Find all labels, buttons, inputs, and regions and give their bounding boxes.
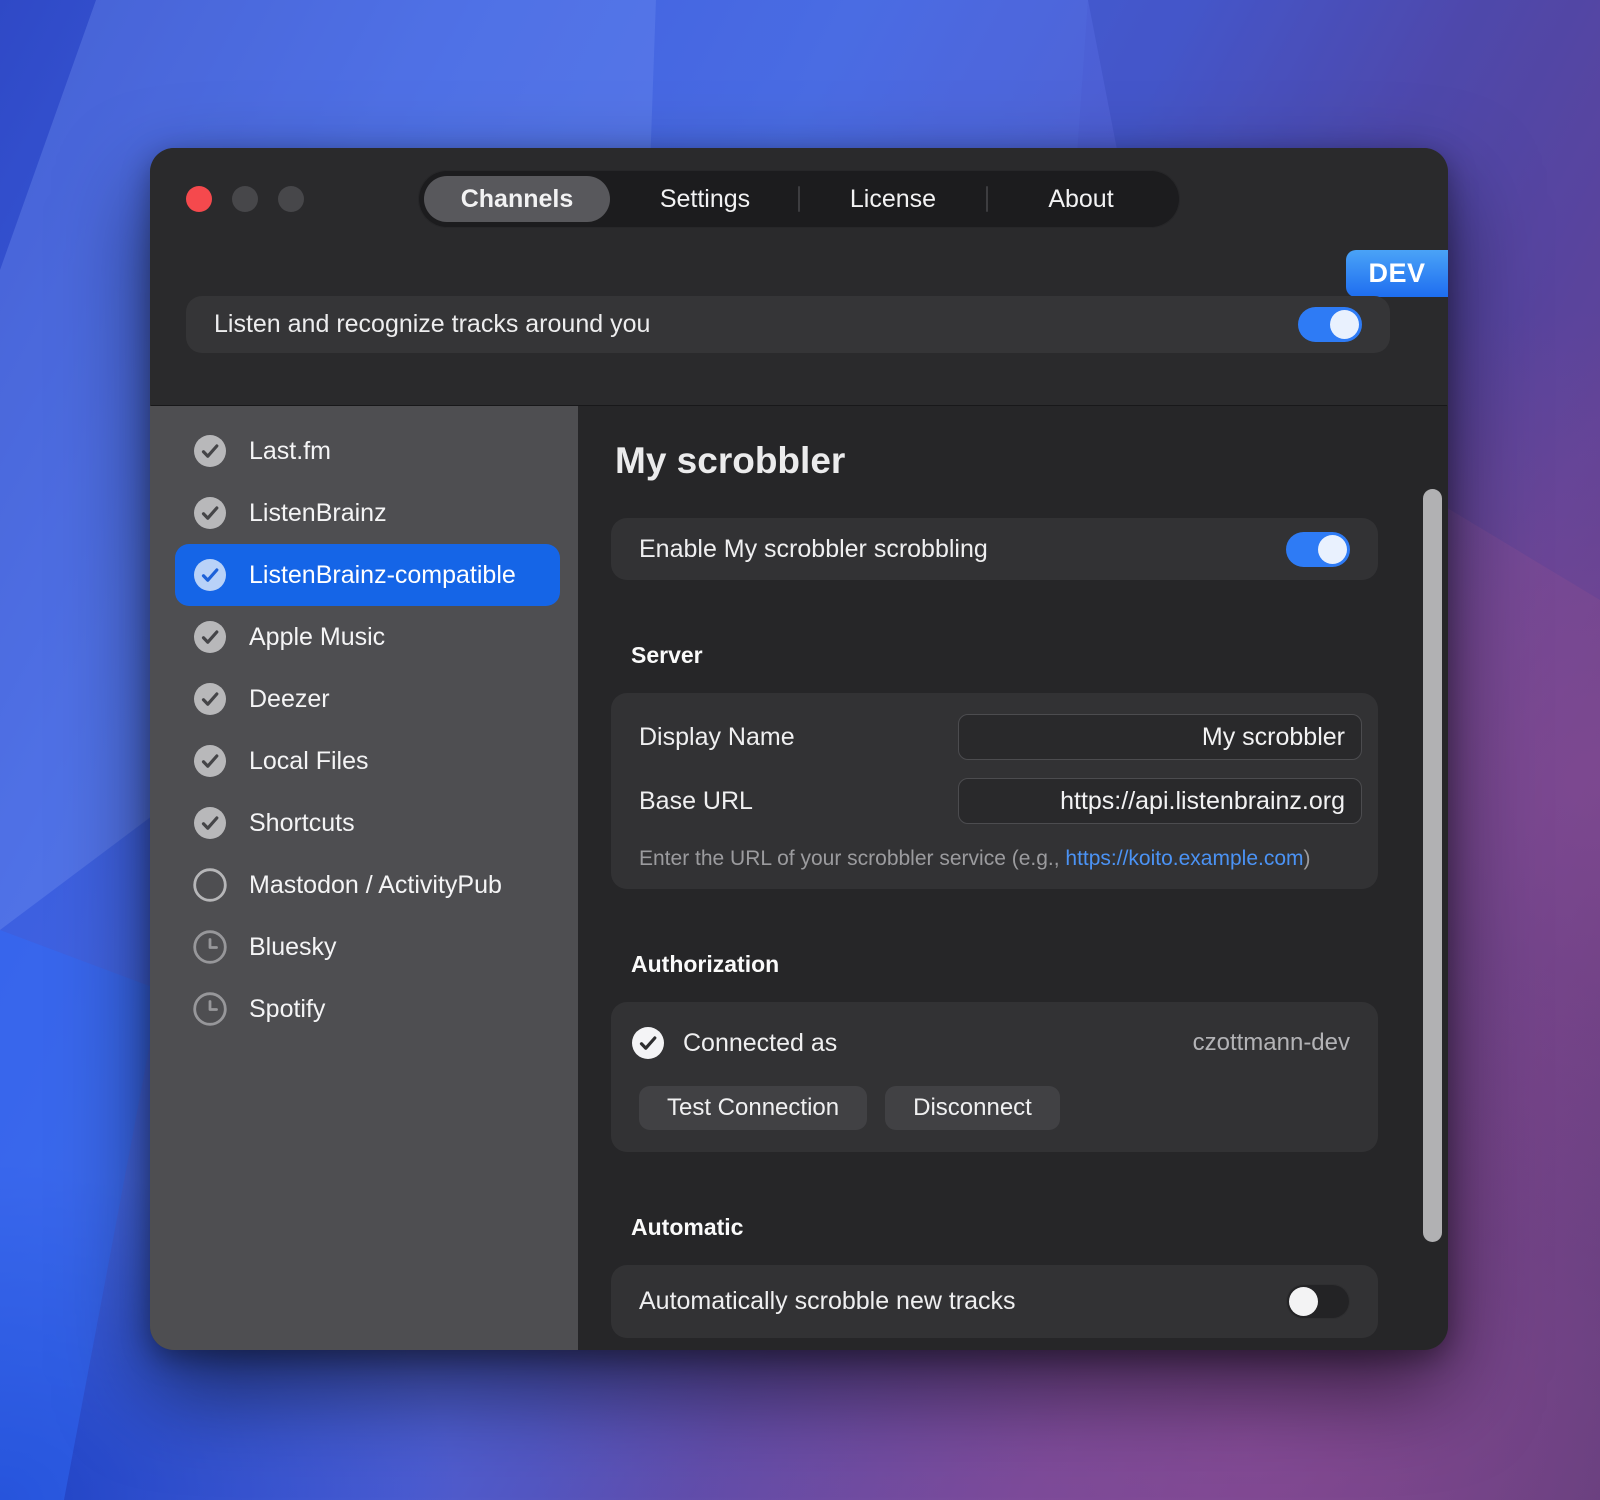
close-window-button[interactable] — [186, 186, 212, 212]
sidebar-item-local-files[interactable]: Local Files — [175, 730, 560, 792]
connected-username: czottmann-dev — [1193, 1029, 1350, 1057]
channel-enabled-check-icon — [193, 434, 227, 468]
window-chrome: Channels Settings License About DEV Listen … — [150, 148, 1448, 405]
scrollbar-thumb[interactable] — [1423, 489, 1442, 1242]
channel-label: ListenBrainz-compatible — [249, 561, 516, 590]
base-url-input[interactable] — [958, 778, 1362, 824]
tab-label: Channels — [461, 185, 574, 214]
listen-recognize-row: Listen and recognize tracks around you — [186, 296, 1390, 353]
window-body: Last.fm ListenBrainz ListenBrainz-compat… — [150, 405, 1448, 1350]
enable-scrobbling-toggle[interactable] — [1286, 532, 1350, 567]
enable-scrobbling-row: Enable My scrobbler scrobbling — [611, 518, 1378, 580]
dev-badge: DEV — [1346, 250, 1448, 297]
base-url-row: Base URL — [639, 769, 1362, 833]
tab-about[interactable]: About — [988, 176, 1174, 222]
channel-enabled-check-icon — [193, 496, 227, 530]
channel-pending-clock-icon — [193, 930, 227, 964]
connected-check-icon — [631, 1026, 665, 1060]
channel-label: Apple Music — [249, 623, 385, 652]
enable-scrobbling-label: Enable My scrobbler scrobbling — [639, 535, 1286, 564]
server-section-heading: Server — [631, 642, 1448, 669]
sidebar-item-listenbrainz-compatible[interactable]: ListenBrainz-compatible — [175, 544, 560, 606]
channel-pending-clock-icon — [193, 992, 227, 1026]
server-card: Display Name Base URL Enter the URL of y… — [611, 693, 1378, 889]
sidebar-item-spotify[interactable]: Spotify — [175, 978, 560, 1040]
channel-enabled-check-icon — [193, 620, 227, 654]
tab-channels[interactable]: Channels — [424, 176, 610, 222]
tab-settings[interactable]: Settings — [612, 176, 798, 222]
minimize-window-button[interactable] — [232, 186, 258, 212]
test-connection-button[interactable]: Test Connection — [639, 1086, 867, 1130]
app-window: Channels Settings License About DEV Listen … — [150, 148, 1448, 1350]
auto-scrobble-row: Automatically scrobble new tracks — [611, 1265, 1378, 1338]
automatic-section-heading: Automatic — [631, 1214, 1448, 1241]
channel-enabled-check-icon — [193, 744, 227, 778]
channel-enabled-check-icon — [193, 558, 227, 592]
channel-label: Bluesky — [249, 933, 337, 962]
toggle-knob — [1318, 535, 1347, 564]
channel-list: Last.fm ListenBrainz ListenBrainz-compat… — [150, 420, 578, 1040]
channel-label: Local Files — [249, 747, 369, 776]
channel-label: Mastodon / ActivityPub — [249, 871, 502, 900]
display-name-row: Display Name — [639, 705, 1362, 769]
auto-scrobble-label: Automatically scrobble new tracks — [639, 1287, 1286, 1316]
connected-row: Connected as czottmann-dev — [631, 1022, 1350, 1064]
channel-sidebar: Last.fm ListenBrainz ListenBrainz-compat… — [150, 406, 578, 1350]
traffic-lights — [186, 186, 304, 212]
channel-label: ListenBrainz — [249, 499, 387, 528]
channel-disabled-circle-icon — [193, 868, 227, 902]
base-url-label: Base URL — [639, 787, 958, 816]
sidebar-item-deezer[interactable]: Deezer — [175, 668, 560, 730]
sidebar-item-apple-music[interactable]: Apple Music — [175, 606, 560, 668]
sidebar-item-mastodon-activitypub[interactable]: Mastodon / ActivityPub — [175, 854, 560, 916]
auth-buttons: Test Connection Disconnect — [631, 1086, 1350, 1130]
channel-label: Deezer — [249, 685, 330, 714]
display-name-input[interactable] — [958, 714, 1362, 760]
toggle-knob — [1330, 310, 1359, 339]
hint-text: ) — [1304, 847, 1311, 870]
listen-recognize-label: Listen and recognize tracks around you — [214, 310, 1298, 339]
tab-label: License — [850, 185, 936, 214]
tab-label: Settings — [660, 185, 750, 214]
sidebar-item-bluesky[interactable]: Bluesky — [175, 916, 560, 978]
hint-link[interactable]: https://koito.example.com — [1065, 847, 1303, 870]
tab-license[interactable]: License — [800, 176, 986, 222]
tab-bar: Channels Settings License About — [418, 170, 1180, 228]
channel-label: Spotify — [249, 995, 325, 1024]
channel-enabled-check-icon — [193, 806, 227, 840]
sidebar-item-last-fm[interactable]: Last.fm — [175, 420, 560, 482]
authorization-card: Connected as czottmann-dev Test Connecti… — [611, 1002, 1378, 1152]
channel-label: Shortcuts — [249, 809, 355, 838]
auto-scrobble-toggle[interactable] — [1286, 1284, 1350, 1319]
hint-text: Enter the URL of your scrobbler service … — [639, 847, 1065, 870]
connected-as-label: Connected as — [683, 1029, 1175, 1058]
listen-recognize-toggle[interactable] — [1298, 307, 1362, 342]
zoom-window-button[interactable] — [278, 186, 304, 212]
channel-enabled-check-icon — [193, 682, 227, 716]
base-url-hint: Enter the URL of your scrobbler service … — [639, 847, 1362, 871]
authorization-section-heading: Authorization — [631, 951, 1448, 978]
main-content: My scrobbler Enable My scrobbler scrobbl… — [578, 406, 1448, 1350]
tab-label: About — [1048, 185, 1113, 214]
page-title: My scrobbler — [615, 440, 1448, 482]
display-name-label: Display Name — [639, 723, 958, 752]
channel-label: Last.fm — [249, 437, 331, 466]
disconnect-button[interactable]: Disconnect — [885, 1086, 1060, 1130]
toggle-knob — [1289, 1287, 1318, 1316]
sidebar-item-listenbrainz[interactable]: ListenBrainz — [175, 482, 560, 544]
sidebar-item-shortcuts[interactable]: Shortcuts — [175, 792, 560, 854]
